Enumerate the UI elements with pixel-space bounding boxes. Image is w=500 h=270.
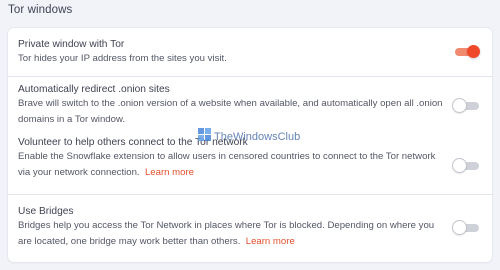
section-title: Tor windows — [8, 4, 73, 16]
setting-snowflake: Volunteer to help others connect to the … — [8, 136, 492, 180]
setting-description-text: Enable the Snowflake extension to allow … — [18, 151, 436, 178]
divider — [8, 194, 492, 195]
toggle-knob — [453, 99, 466, 112]
toggle-knob — [467, 45, 480, 58]
tor-settings-card: Private window with Tor Tor hides your I… — [8, 28, 492, 262]
bridges-learn-more-link[interactable]: Learn more — [246, 236, 295, 247]
setting-description: Tor hides your IP address from the sites… — [18, 51, 448, 67]
toggle-knob — [453, 159, 466, 172]
redirect-onion-toggle[interactable] — [453, 99, 479, 112]
toggle-knob — [453, 221, 466, 234]
setting-title: Volunteer to help others connect to the … — [18, 137, 248, 148]
setting-redirect-onion: Automatically redirect .onion sites Brav… — [8, 83, 492, 127]
setting-use-bridges: Use Bridges Bridges help you access the … — [8, 205, 492, 249]
private-window-tor-toggle[interactable] — [455, 45, 480, 58]
setting-description-text: Tor hides your IP address from the sites… — [18, 53, 227, 64]
setting-description-text: Bridges help you access the Tor Network … — [18, 220, 435, 247]
setting-description-text: Brave will switch to the .onion version … — [18, 98, 443, 125]
setting-title: Automatically redirect .onion sites — [18, 84, 170, 95]
use-bridges-toggle[interactable] — [453, 221, 479, 234]
snowflake-learn-more-link[interactable]: Learn more — [145, 167, 194, 178]
setting-private-window-tor: Private window with Tor Tor hides your I… — [8, 38, 492, 67]
snowflake-toggle[interactable] — [453, 159, 479, 172]
divider — [8, 76, 492, 77]
setting-title: Use Bridges — [18, 206, 74, 217]
setting-description: Enable the Snowflake extension to allow … — [18, 149, 448, 180]
setting-description: Bridges help you access the Tor Network … — [18, 218, 448, 249]
setting-title: Private window with Tor — [18, 39, 125, 50]
setting-description: Brave will switch to the .onion version … — [18, 96, 448, 127]
